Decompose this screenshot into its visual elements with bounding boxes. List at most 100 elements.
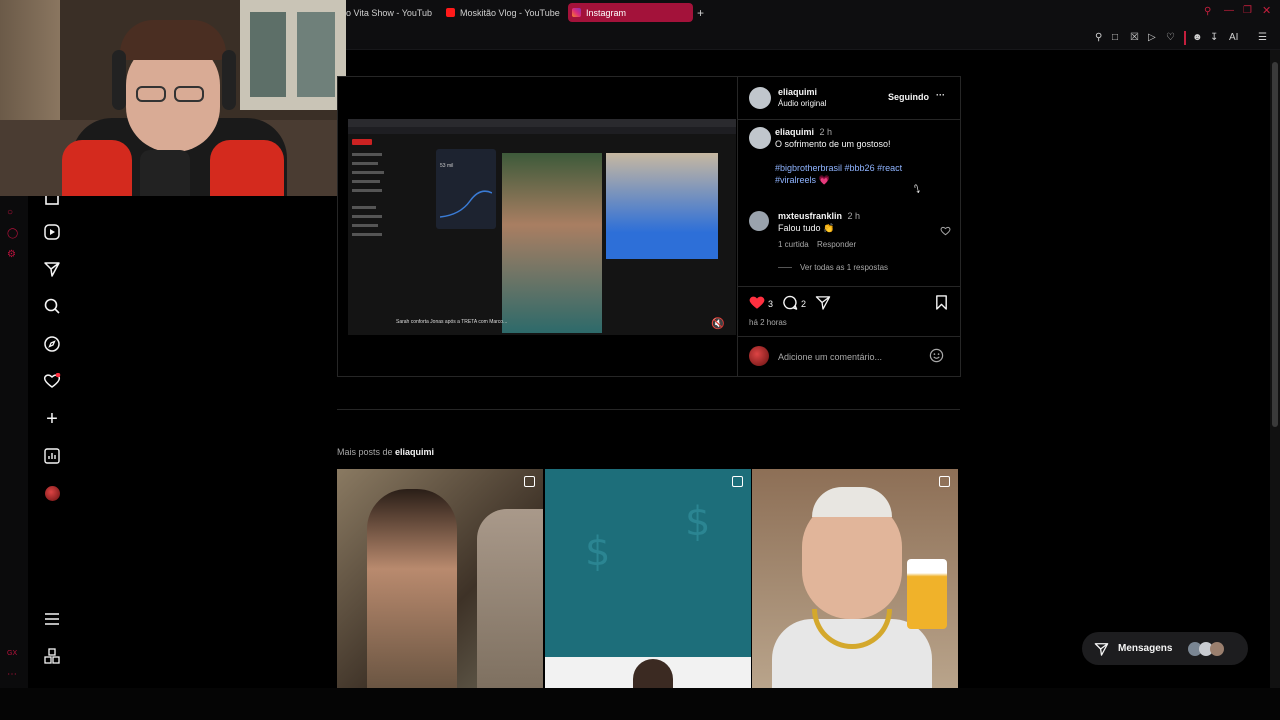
reels-icon [939,476,950,487]
search-icon[interactable] [42,296,62,316]
webcam-overlay [0,0,346,196]
snapshot-icon[interactable]: □ [1112,32,1118,43]
share-icon[interactable] [815,295,831,315]
post-timestamp[interactable]: há 2 horas [749,318,787,327]
settings-icon[interactable]: ○ [7,207,13,218]
search-tabs-icon[interactable]: ⚲ [1204,6,1211,17]
comment-like-icon[interactable] [940,223,951,241]
video-person-left [502,153,602,333]
tab-moskitao-vlog[interactable]: Moskitão Vlog - YouTube [446,3,562,22]
view-replies-button[interactable]: Ver todas as 1 respostas [800,263,888,272]
caption-username[interactable]: eliaquimi [775,127,814,137]
glasses-right [174,86,204,102]
comment-text: Falou tudo 👏 [778,223,835,233]
commenter-avatar[interactable] [749,211,769,231]
post-thumbnail[interactable]: $ $ [545,469,751,688]
mouse-cursor-icon: ⭛ [914,184,921,196]
beer-glass [907,559,947,629]
threads-apps-icon[interactable] [42,646,62,666]
menu-icon[interactable]: ☰ [1258,32,1267,43]
video-yt-sidebar [352,139,392,329]
author-avatar[interactable] [749,87,771,109]
video-title: Sarah conforta Jonas após a TRETA com Ma… [396,319,508,325]
more-posts-prefix: Mais posts de [337,447,393,457]
thumb-figure [477,509,543,688]
minimize-icon[interactable]: — [1224,5,1234,16]
profile-avatar[interactable] [42,483,62,503]
scrollbar-thumb[interactable] [1272,62,1278,427]
messenger-icon[interactable]: ◯ [7,228,18,239]
adblock-icon[interactable]: ☒ [1130,32,1139,43]
tab-vita-show[interactable]: o Vita Show - YouTub [346,3,432,22]
thumb-hair [812,487,892,517]
tab-label: Instagram [586,7,627,18]
reels-icon [732,476,743,487]
pin-icon[interactable]: ⚲ [1095,32,1102,43]
new-tab-button[interactable]: + [697,3,709,22]
comment-icon[interactable] [782,295,798,315]
commenter-username[interactable]: mxteusfranklin [778,211,842,221]
current-user-avatar [749,346,769,366]
dashboard-icon[interactable] [42,446,62,466]
dollar-pattern-icon: $ [585,529,611,575]
video-tabbar [348,119,736,127]
video-person-right [606,153,718,259]
comment-likes[interactable]: 1 curtida [778,240,809,249]
glasses-left [136,86,166,102]
headphone-left [112,50,126,110]
hashtag-viralreels[interactable]: #viralreels [775,175,816,185]
comment-time: 2 h [847,211,861,221]
gx-icon[interactable]: GX [7,650,17,657]
video-analytics-card: 53 mil [436,149,496,229]
caption-text: O sofrimento de um gostoso! [775,139,891,149]
explore-icon[interactable] [42,334,62,354]
more-options-icon[interactable]: ··· [936,90,945,100]
favorites-icon[interactable]: ♡ [1166,32,1175,43]
tab-label: o Vita Show - YouTub [346,7,432,18]
more-posts-author[interactable]: eliaquimi [395,447,434,457]
opera-sidebar: ○ ◯ ⚙ GX ⋯ [0,195,28,688]
window-pane [297,12,335,97]
post-thumbnail[interactable] [337,469,543,688]
video-frame: 53 mil Sarah conforta Jonas após a TRETA… [348,119,736,335]
more-posts-heading: Mais posts de eliaquimi [337,447,434,457]
author-username[interactable]: eliaquimi [778,87,817,97]
close-window-icon[interactable]: ✕ [1262,4,1271,17]
profile-icon[interactable]: ☻ [1192,32,1203,43]
post-video[interactable]: 53 mil Sarah conforta Jonas após a TRETA… [338,77,736,376]
post-thumbnail[interactable] [752,469,958,688]
gear-icon[interactable]: ⚙ [7,249,16,260]
messages-button[interactable]: Mensagens [1082,632,1248,665]
dollar-pattern-icon: $ [685,499,711,545]
notifications-heart-icon[interactable] [42,371,62,391]
shirt-red-right [210,140,284,196]
direct-icon[interactable] [42,259,62,279]
create-plus-icon[interactable]: + [42,408,62,430]
thumb-face [802,499,902,619]
video-stat: 53 mil [440,163,454,169]
emoji-icon[interactable] [929,348,944,368]
ai-label: AI [1229,32,1239,43]
audio-label[interactable]: Áudio original [778,99,826,108]
more-icon[interactable]: ⋯ [7,669,17,680]
hashtags[interactable]: #bigbrotherbrasil #bbb26 #react [775,163,902,173]
caption-avatar[interactable] [749,127,771,149]
following-button[interactable]: Seguindo [888,92,929,102]
maximize-icon[interactable]: ❐ [1243,5,1252,16]
player-icon[interactable]: ▷ [1148,32,1156,43]
more-menu-icon[interactable] [42,609,62,629]
section-divider [337,409,960,410]
aria-ai-button[interactable]: AI [1229,32,1238,43]
reels-icon[interactable] [42,222,62,242]
download-icon[interactable]: ↧ [1210,32,1218,43]
mute-icon[interactable]: 🔇 [711,317,725,330]
tab-instagram[interactable]: Instagram [568,3,693,22]
toolbar-divider [1184,31,1186,45]
window-pane [250,12,286,97]
save-bookmark-icon[interactable] [935,295,948,315]
reply-button[interactable]: Responder [817,240,856,249]
like-heart-icon[interactable] [749,295,765,315]
like-count: 3 [768,299,774,309]
add-comment-input[interactable]: Adicione um comentário... [778,352,882,362]
replies-line [778,267,792,268]
